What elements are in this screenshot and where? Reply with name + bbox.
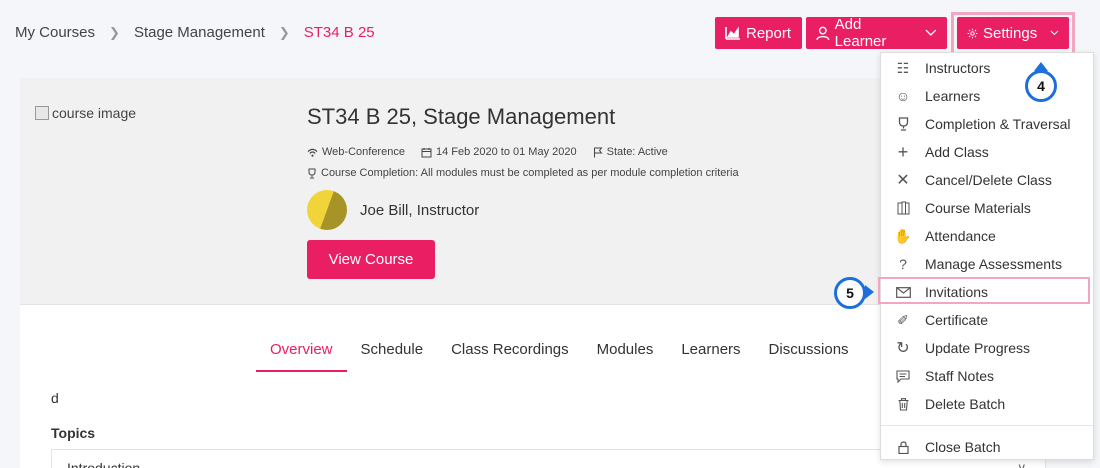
menu-item-add-class[interactable]: + Add Class <box>881 138 1093 166</box>
tab-schedule[interactable]: Schedule <box>347 335 438 372</box>
chevron-right-icon: ❯ <box>278 24 290 40</box>
menu-item-label: Instructors <box>925 60 991 76</box>
settings-menu: ☷ Instructors ☺ Learners Completion & Tr… <box>880 52 1094 460</box>
add-learner-button[interactable]: Add Learner <box>806 16 947 50</box>
menu-item-label: Cancel/Delete Class <box>925 172 1052 188</box>
state-label: State: Active <box>606 146 668 158</box>
trophy-icon <box>308 168 316 178</box>
menu-item-learners[interactable]: ☺ Learners <box>881 82 1093 110</box>
menu-item-close-batch[interactable]: Close Batch <box>881 433 1093 461</box>
callout-5: 5 <box>834 277 866 309</box>
topic-title: Introduction <box>67 460 141 468</box>
completion-info: Course Completion: All modules must be c… <box>307 167 739 179</box>
books-icon <box>881 201 925 215</box>
menu-item-label: Completion & Traversal <box>925 116 1071 132</box>
menu-item-cancel-class[interactable]: ✕ Cancel/Delete Class <box>881 166 1093 194</box>
notes-icon <box>881 369 925 383</box>
menu-item-staff-notes[interactable]: Staff Notes <box>881 362 1093 390</box>
refresh-icon: ↻ <box>896 340 910 357</box>
x-icon: ✕ <box>896 172 910 189</box>
menu-item-label: Manage Assessments <box>925 256 1062 272</box>
date-info: 14 Feb 2020 to 01 May 2020 <box>421 146 577 158</box>
flag-icon <box>593 147 603 157</box>
breadcrumb-current: ST34 B 25 <box>303 24 375 41</box>
menu-item-delete-batch[interactable]: Delete Batch <box>881 390 1093 418</box>
hand-icon: ✋ <box>894 227 912 244</box>
chevron-down-icon <box>925 29 937 36</box>
menu-item-course-materials[interactable]: Course Materials <box>881 194 1093 222</box>
broken-image-icon <box>35 106 49 120</box>
breadcrumb-stage-management[interactable]: Stage Management <box>134 24 265 41</box>
tab-overview[interactable]: Overview <box>256 335 347 372</box>
menu-item-label: Certificate <box>925 312 989 328</box>
course-image: course image <box>35 105 136 121</box>
user-icon <box>816 26 830 40</box>
view-course-button[interactable]: View Course <box>307 240 435 279</box>
trophy-icon <box>881 117 925 131</box>
certificate-icon: ✐ <box>897 311 909 328</box>
menu-item-manage-assessments[interactable]: ? Manage Assessments <box>881 250 1093 278</box>
add-learner-label: Add Learner <box>834 16 887 50</box>
menu-divider <box>881 425 1093 426</box>
instructor-info: Joe Bill, Instructor <box>307 190 479 230</box>
course-meta: Web-Conference 14 Feb 2020 to 01 May 202… <box>307 146 668 158</box>
tab-modules[interactable]: Modules <box>583 335 668 372</box>
topics-heading: Topics <box>51 425 96 441</box>
format-label: Web-Conference <box>322 146 405 158</box>
menu-item-label: Add Class <box>925 144 989 160</box>
state-info: State: Active <box>593 146 668 158</box>
question-icon: ? <box>899 256 907 272</box>
report-button[interactable]: Report <box>715 17 802 49</box>
menu-item-completion[interactable]: Completion & Traversal <box>881 110 1093 138</box>
course-tabs: Overview Schedule Class Recordings Modul… <box>256 335 863 372</box>
lock-icon <box>881 440 925 454</box>
learners-icon: ☺ <box>895 88 911 104</box>
breadcrumb: My Courses ❯ Stage Management ❯ ST34 B 2… <box>15 24 375 41</box>
menu-item-instructors[interactable]: ☷ Instructors <box>881 54 1093 82</box>
settings-highlight <box>951 12 1075 55</box>
tab-class-recordings[interactable]: Class Recordings <box>437 335 583 372</box>
tab-learners[interactable]: Learners <box>667 335 754 372</box>
menu-item-certificate[interactable]: ✐ Certificate <box>881 306 1093 334</box>
chevron-down-icon: ∨ <box>1017 460 1027 468</box>
breadcrumb-my-courses[interactable]: My Courses <box>15 24 95 41</box>
callout-pointer <box>865 285 874 299</box>
callout-4: 4 <box>1025 70 1057 102</box>
menu-item-label: Attendance <box>925 228 996 244</box>
instructors-icon: ☷ <box>896 59 910 76</box>
menu-item-label: Staff Notes <box>925 368 995 384</box>
menu-item-label: Delete Batch <box>925 396 1006 412</box>
wifi-icon <box>307 148 318 157</box>
report-label: Report <box>746 24 792 42</box>
course-header: course image ST34 B 25, Stage Management… <box>20 78 900 304</box>
tab-discussions[interactable]: Discussions <box>755 335 863 372</box>
content-area: Overview Schedule Class Recordings Modul… <box>20 304 1046 468</box>
format-info: Web-Conference <box>307 146 405 158</box>
calendar-icon <box>421 147 432 157</box>
menu-item-update-progress[interactable]: ↻ Update Progress <box>881 334 1093 362</box>
avatar <box>307 190 347 230</box>
instructor-name: Joe Bill, Instructor <box>360 201 480 219</box>
menu-item-label: Course Materials <box>925 200 1031 216</box>
course-image-alt: course image <box>52 105 137 121</box>
menu-item-label: Close Batch <box>925 439 1001 455</box>
menu-item-label: Learners <box>925 88 981 104</box>
course-description: d <box>51 390 59 406</box>
chevron-right-icon: ❯ <box>109 24 120 40</box>
invitations-highlight <box>878 277 1090 304</box>
trash-icon <box>881 397 925 411</box>
completion-label: Course Completion: All modules must be c… <box>321 167 739 179</box>
chart-icon <box>725 26 740 40</box>
date-label: 14 Feb 2020 to 01 May 2020 <box>435 146 577 158</box>
plus-icon: + <box>897 141 909 162</box>
course-title: ST34 B 25, Stage Management <box>307 104 616 129</box>
menu-item-label: Update Progress <box>925 340 1031 356</box>
menu-item-attendance[interactable]: ✋ Attendance <box>881 222 1093 250</box>
